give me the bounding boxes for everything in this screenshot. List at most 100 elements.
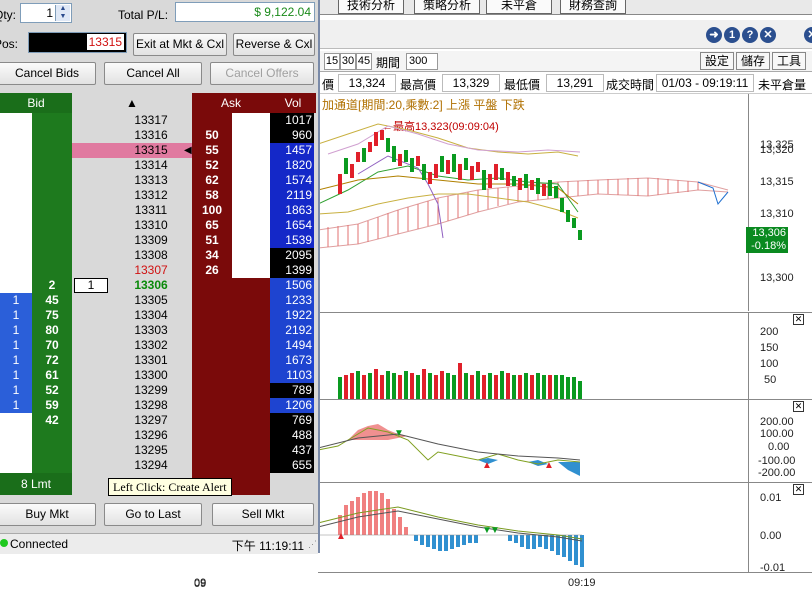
ask-order-cell[interactable] bbox=[232, 338, 270, 353]
period-15-button[interactable]: 15 bbox=[324, 53, 340, 70]
ask-size-cell[interactable] bbox=[192, 323, 232, 339]
working-order-box[interactable]: 1 bbox=[74, 278, 108, 293]
bid-order-cell[interactable] bbox=[0, 188, 32, 203]
bid-size-cell[interactable] bbox=[32, 428, 72, 444]
bid-order-cell[interactable]: 1 bbox=[0, 293, 32, 308]
price-cell[interactable]: 13314 bbox=[110, 158, 192, 173]
ladder-row[interactable]: 13313 62 1574 bbox=[0, 173, 318, 189]
ask-order-cell[interactable] bbox=[232, 263, 270, 278]
ask-order-cell[interactable] bbox=[232, 233, 270, 248]
order-marker-cell[interactable] bbox=[72, 428, 110, 443]
ladder-row[interactable]: 1 45 13305 1233 bbox=[0, 293, 318, 309]
ask-size-cell[interactable]: 62 bbox=[192, 173, 232, 189]
ask-size-cell[interactable] bbox=[192, 113, 232, 129]
bid-size-cell[interactable] bbox=[32, 173, 72, 189]
price-cell[interactable]: 13310 bbox=[110, 218, 192, 233]
bid-size-cell[interactable] bbox=[32, 263, 72, 279]
ladder-row[interactable]: 13316 50 960 bbox=[0, 128, 318, 144]
bid-order-cell[interactable] bbox=[0, 218, 32, 233]
bid-order-cell[interactable] bbox=[0, 248, 32, 263]
ladder-row[interactable]: 1 61 13300 1103 bbox=[0, 368, 318, 384]
order-marker-cell[interactable] bbox=[72, 308, 110, 323]
bid-size-cell[interactable] bbox=[32, 233, 72, 249]
ladder-row[interactable]: 2 1 13306 1506 bbox=[0, 278, 318, 294]
ladder-row[interactable]: 13311 100 1863 bbox=[0, 203, 318, 219]
qty-stepper-icon[interactable]: ▲ ▼ bbox=[55, 5, 70, 21]
ladder-row[interactable]: 13307 26 1399 bbox=[0, 263, 318, 279]
close-osc-pane-icon[interactable]: ✕ bbox=[793, 401, 804, 412]
ladder-row[interactable]: 13296 488 bbox=[0, 428, 318, 444]
resize-grip-icon[interactable]: ⋰ bbox=[308, 539, 317, 550]
ladder-row[interactable]: 1 80 13303 2192 bbox=[0, 323, 318, 339]
ask-size-cell[interactable]: 26 bbox=[192, 263, 232, 279]
bid-order-cell[interactable] bbox=[0, 428, 32, 443]
price-column-header[interactable]: ▲ bbox=[72, 93, 192, 113]
bid-size-cell[interactable] bbox=[32, 188, 72, 204]
ladder-row[interactable]: 1 52 13299 789 bbox=[0, 383, 318, 399]
ladder-row[interactable]: 1 72 13301 1673 bbox=[0, 353, 318, 369]
ask-size-cell[interactable] bbox=[192, 458, 232, 474]
sell-mkt-button[interactable]: Sell Mkt bbox=[212, 503, 314, 526]
order-marker-cell[interactable] bbox=[72, 128, 110, 143]
bid-size-cell[interactable] bbox=[32, 143, 72, 159]
ladder-row[interactable]: 1 75 13304 1922 bbox=[0, 308, 318, 324]
bid-size-cell[interactable] bbox=[32, 113, 72, 129]
order-marker-cell[interactable] bbox=[72, 398, 110, 413]
ladder-row[interactable]: 13294 655 bbox=[0, 458, 318, 474]
bid-size-cell[interactable]: 75 bbox=[32, 308, 72, 324]
order-marker-cell[interactable] bbox=[72, 203, 110, 218]
cancel-offers-button[interactable]: Cancel Offers bbox=[210, 62, 314, 85]
bid-size-cell[interactable]: 2 bbox=[32, 278, 72, 294]
ask-order-cell[interactable] bbox=[232, 458, 270, 473]
ask-order-cell[interactable] bbox=[232, 293, 270, 308]
bid-order-cell[interactable] bbox=[0, 113, 32, 128]
price-cell[interactable]: 13317 bbox=[110, 113, 192, 128]
bid-size-cell[interactable] bbox=[32, 458, 72, 474]
ask-size-cell[interactable] bbox=[192, 368, 232, 384]
order-marker-cell[interactable] bbox=[72, 218, 110, 233]
order-marker-cell[interactable]: 1 bbox=[72, 278, 110, 293]
price-cell[interactable]: 13313 bbox=[110, 173, 192, 188]
price-cell[interactable]: 13295 bbox=[110, 443, 192, 458]
bid-order-cell[interactable]: 1 bbox=[0, 383, 32, 398]
ask-size-cell[interactable]: 34 bbox=[192, 248, 232, 264]
bid-size-cell[interactable]: 52 bbox=[32, 383, 72, 399]
period-input[interactable]: 300 bbox=[406, 53, 438, 70]
bid-size-cell[interactable] bbox=[32, 248, 72, 264]
ladder-row[interactable]: 13308 34 2095 bbox=[0, 248, 318, 264]
ask-order-cell[interactable] bbox=[232, 278, 270, 293]
tab-technical-analysis[interactable]: 技術分析 bbox=[338, 0, 404, 14]
price-cell[interactable]: 13296 bbox=[110, 428, 192, 443]
save-button[interactable]: 儲存 bbox=[736, 52, 770, 70]
exit-at-mkt-button[interactable]: Exit at Mkt & Cxl bbox=[133, 33, 227, 56]
tools-button[interactable]: 工具 bbox=[772, 52, 806, 70]
tab-open-interest[interactable]: 未平倉 bbox=[486, 0, 552, 14]
ladder-row[interactable]: 13310 65 1654 bbox=[0, 218, 318, 234]
close-macd-pane-icon[interactable]: ✕ bbox=[793, 484, 804, 495]
order-marker-cell[interactable] bbox=[72, 143, 110, 158]
ask-order-cell[interactable] bbox=[232, 218, 270, 233]
bid-order-cell[interactable]: 1 bbox=[0, 323, 32, 338]
reverse-cxl-button[interactable]: Reverse & Cxl bbox=[233, 33, 315, 56]
ask-size-cell[interactable]: 51 bbox=[192, 233, 232, 249]
bid-order-cell[interactable] bbox=[0, 158, 32, 173]
bid-size-cell[interactable]: 72 bbox=[32, 353, 72, 369]
cancel-bids-button[interactable]: Cancel Bids bbox=[0, 62, 96, 85]
ask-size-cell[interactable]: 55 bbox=[192, 143, 232, 159]
price-cell[interactable]: 13308 bbox=[110, 248, 192, 263]
price-cell[interactable]: 13305 bbox=[110, 293, 192, 308]
ladder-row[interactable]: 1 70 13302 1494 bbox=[0, 338, 318, 354]
price-cell[interactable]: 13309 bbox=[110, 233, 192, 248]
bid-size-cell[interactable]: 45 bbox=[32, 293, 72, 309]
ask-order-cell[interactable] bbox=[232, 428, 270, 443]
bid-size-cell[interactable]: 42 bbox=[32, 413, 72, 429]
bid-order-cell[interactable] bbox=[0, 203, 32, 218]
qty-input[interactable]: 1 ▲ ▼ bbox=[20, 3, 72, 23]
order-marker-cell[interactable] bbox=[72, 173, 110, 188]
period-30-button[interactable]: 30 bbox=[340, 53, 356, 70]
order-marker-cell[interactable] bbox=[72, 458, 110, 473]
bid-size-cell[interactable] bbox=[32, 218, 72, 234]
price-cell[interactable]: 13306 bbox=[110, 278, 192, 293]
close-volume-pane-icon[interactable]: ✕ bbox=[793, 314, 804, 325]
order-marker-cell[interactable] bbox=[72, 248, 110, 263]
